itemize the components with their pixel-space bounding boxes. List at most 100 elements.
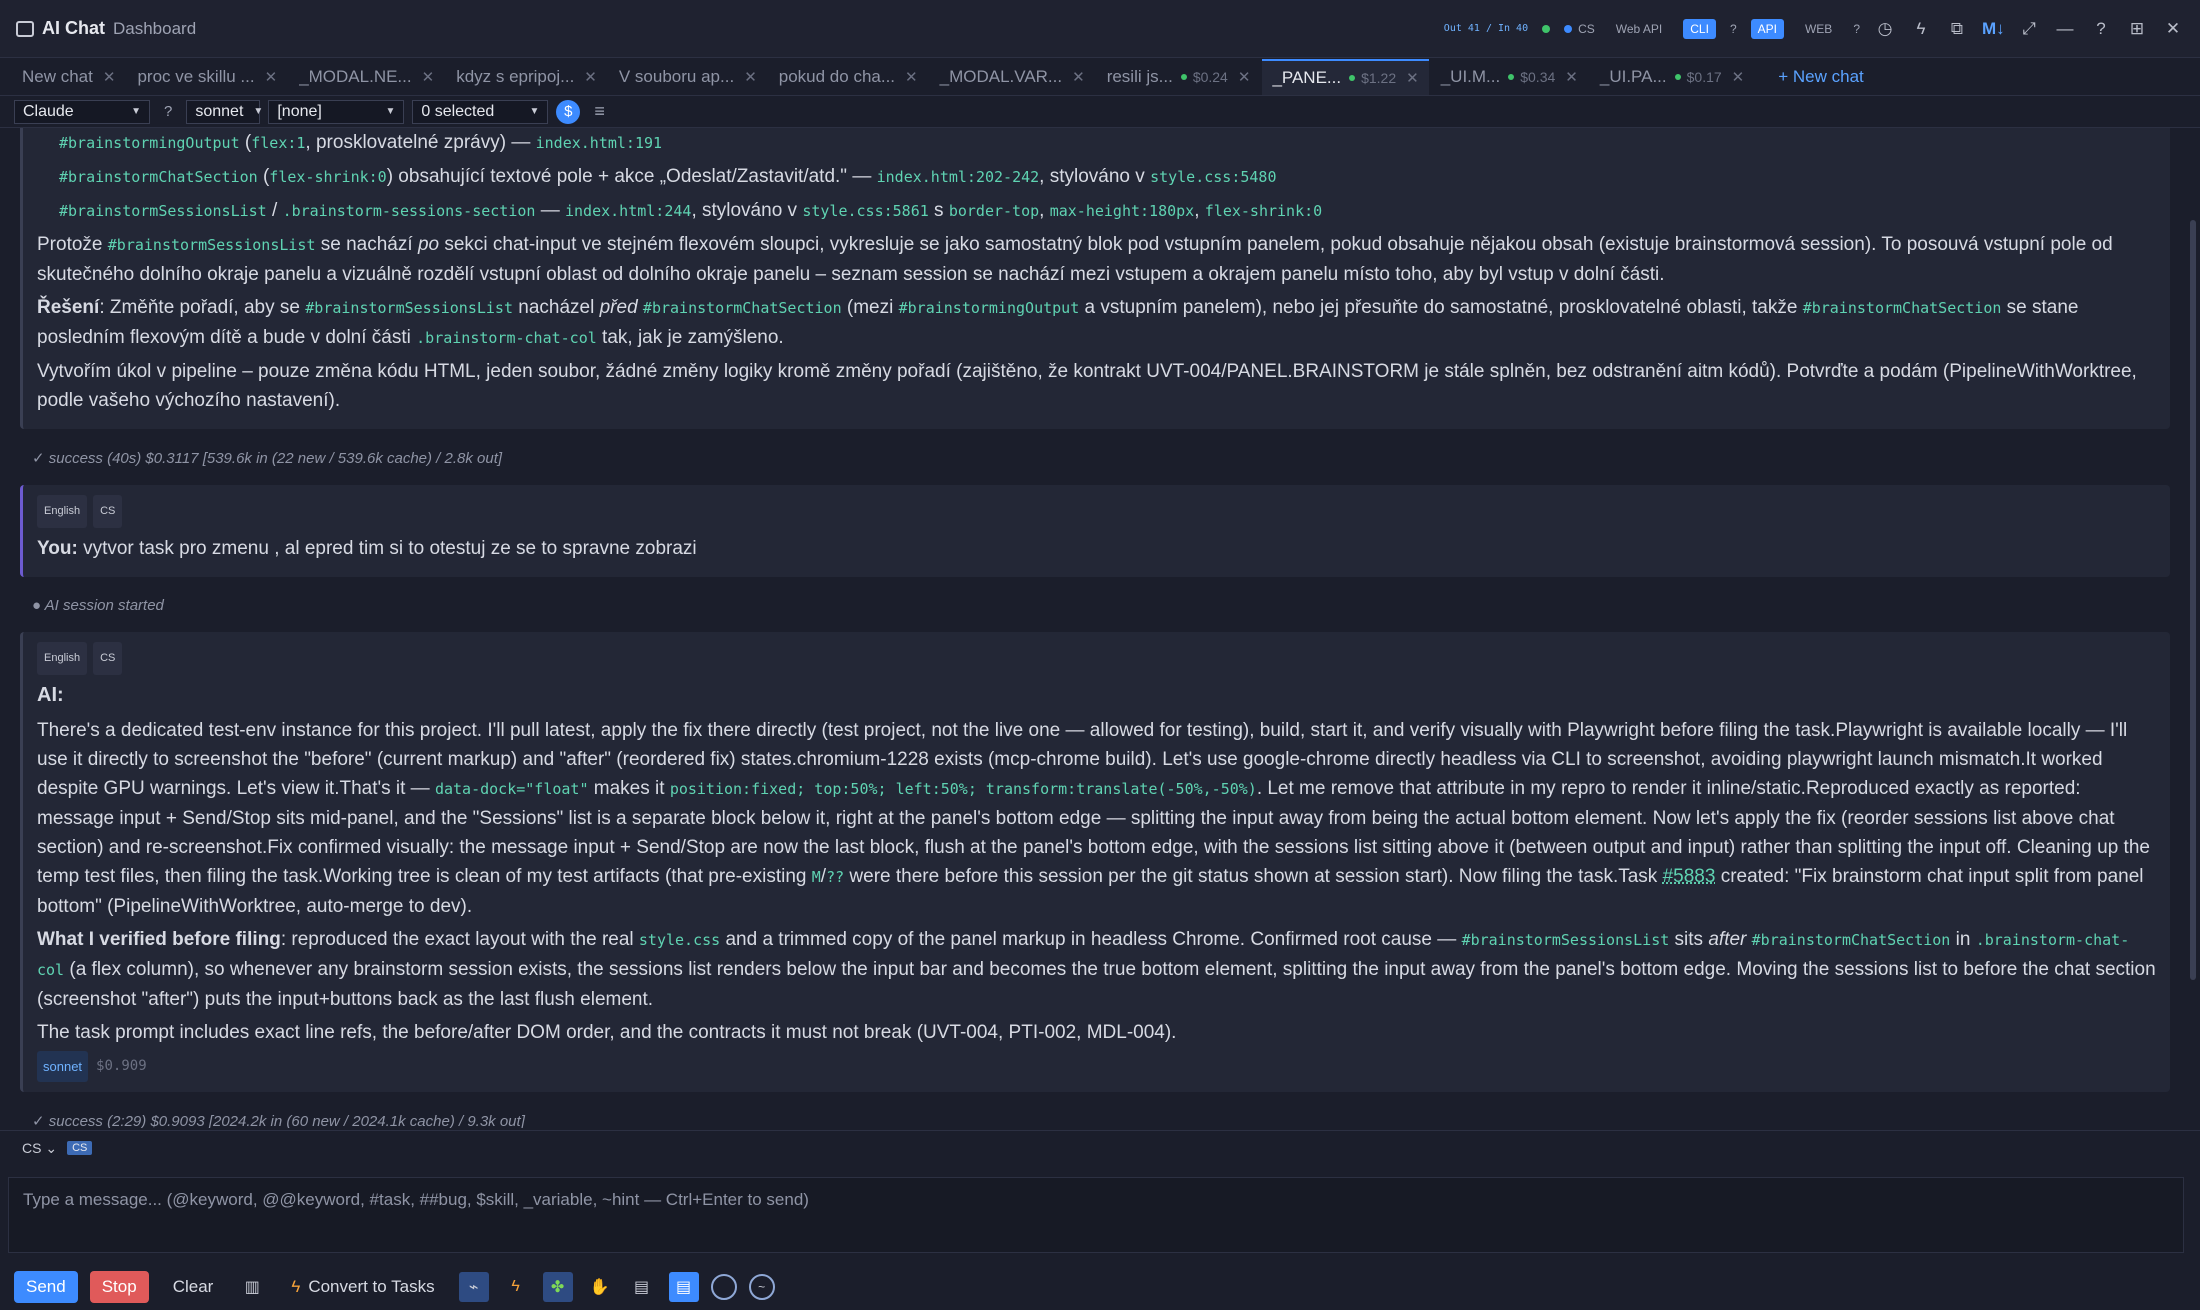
api-toggle[interactable]: API xyxy=(1750,18,1784,39)
hand-icon[interactable]: ✋ xyxy=(585,1272,615,1302)
tab-label: _PANE... xyxy=(1272,68,1342,87)
cli-toggle[interactable]: CLI xyxy=(1683,18,1716,39)
chat-tab[interactable]: _MODAL.VAR... ✕ xyxy=(930,59,1095,95)
close-icon[interactable]: ✕ xyxy=(2162,19,2184,39)
chevron-down-icon: ▼ xyxy=(385,106,396,117)
message-paragraph: You: vytvor task pro zmenu , al epred ti… xyxy=(37,538,697,559)
clock-icon[interactable]: ◷ xyxy=(1874,19,1896,39)
cli-help[interactable]: ? xyxy=(1730,22,1737,36)
message-meta: sonnet $0.909 xyxy=(37,1051,2156,1082)
model-select[interactable]: sonnet ▼ xyxy=(186,99,263,124)
language-pill[interactable]: CS xyxy=(67,1141,93,1155)
close-tab-icon[interactable]: ✕ xyxy=(584,68,597,86)
language-badge-cs[interactable]: CS xyxy=(93,642,123,675)
convert-to-tasks-button[interactable]: ϟ Convert to Tasks xyxy=(279,1271,446,1303)
minimize-icon[interactable]: — xyxy=(2054,19,2076,39)
chat-tab[interactable]: _PANE... $1.22 ✕ xyxy=(1262,59,1429,95)
task-link[interactable]: #5883 xyxy=(1663,866,1716,887)
cost-button[interactable]: $ xyxy=(556,99,581,124)
puzzle-icon[interactable]: ✤ xyxy=(542,1272,573,1302)
message-paragraph: The task prompt includes exact line refs… xyxy=(37,1022,1177,1043)
close-tab-icon[interactable]: ✕ xyxy=(1732,68,1745,86)
close-tab-icon[interactable]: ✕ xyxy=(422,68,435,86)
help-icon[interactable]: ? xyxy=(2090,19,2112,39)
provider-select[interactable]: Claude ▼ xyxy=(14,99,150,124)
webapi-toggle[interactable]: Web API xyxy=(1609,19,1669,39)
tab-label: _MODAL.VAR... xyxy=(939,67,1063,86)
web-toggle[interactable]: WEB xyxy=(1798,19,1839,39)
tab-status-dot xyxy=(1508,74,1515,80)
chat-tab[interactable]: _MODAL.NE... ✕ xyxy=(289,59,444,95)
close-tab-icon[interactable]: ✕ xyxy=(1565,68,1578,86)
wave-icon[interactable]: ~ xyxy=(748,1274,775,1300)
chat-tab[interactable]: resili js... $0.24 ✕ xyxy=(1097,59,1261,95)
tab-cost: $0.34 xyxy=(1520,69,1556,85)
close-tab-icon[interactable]: ✕ xyxy=(1406,69,1419,87)
chart-icon[interactable]: ⌁ xyxy=(458,1272,489,1302)
copy-icon[interactable]: ⧉ xyxy=(1946,19,1968,39)
app-title: AI Chat xyxy=(42,18,105,38)
send-button[interactable]: Send xyxy=(14,1271,78,1303)
message-input[interactable]: Type a message... (@keyword, @@keyword, … xyxy=(8,1177,2184,1253)
chat-tab[interactable]: kdyz s epripoj... ✕ xyxy=(446,59,607,95)
chat-log[interactable]: #brainstormingOutput (flex:1, prosklovat… xyxy=(0,128,2200,1128)
cs-label: CS xyxy=(1578,21,1595,36)
chat-tab[interactable]: pokud do cha... ✕ xyxy=(769,59,928,95)
chat-tab[interactable]: _UI.M... $0.34 ✕ xyxy=(1431,59,1588,95)
session-status: ● AI session started xyxy=(32,597,164,614)
new-chat-button[interactable]: + New chat xyxy=(1768,59,1874,95)
close-tab-icon[interactable]: ✕ xyxy=(1072,68,1085,86)
expand-icon[interactable]: ⤢ xyxy=(2018,19,2040,39)
chat-tab[interactable]: proc ve skillu ... ✕ xyxy=(127,59,287,95)
language-badge-english[interactable]: English xyxy=(37,495,88,528)
language-select[interactable]: CS ⌄ xyxy=(22,1140,57,1157)
language-badges: English CS xyxy=(37,495,2156,528)
list-item: #brainstormSessionsList / .brainstorm-se… xyxy=(59,200,1323,221)
provider-help[interactable]: ? xyxy=(158,103,178,120)
title-bar: AI Chat Dashboard Out 41 / In 40 CS Web … xyxy=(0,0,2200,58)
user-message: English CS You: vytvor task pro zmenu , … xyxy=(20,485,2170,577)
circle-icon[interactable] xyxy=(710,1274,737,1300)
tab-cost: $0.24 xyxy=(1192,69,1228,85)
composer-options: CS ⌄ CS xyxy=(0,1131,2200,1165)
note-icon[interactable]: ▤ xyxy=(668,1272,699,1302)
selection-select[interactable]: 0 selected ▼ xyxy=(412,99,549,124)
chevron-down-icon: ▼ xyxy=(131,106,141,117)
chat-scrollbar[interactable] xyxy=(2190,220,2196,980)
close-tab-icon[interactable]: ✕ xyxy=(905,68,918,86)
language-badge-english[interactable]: English xyxy=(37,642,88,675)
bolt-icon[interactable]: ϟ xyxy=(501,1272,531,1302)
stop-button[interactable]: Stop xyxy=(89,1271,149,1303)
menu-icon[interactable]: ≡ xyxy=(594,101,605,122)
preset-value: [none] xyxy=(277,102,322,120)
markdown-icon[interactable]: M↓ xyxy=(1982,19,2005,39)
document-icon[interactable]: ▤ xyxy=(627,1272,657,1302)
close-tab-icon[interactable]: ✕ xyxy=(1238,68,1251,86)
chat-icon xyxy=(16,20,34,37)
model-value: sonnet xyxy=(195,102,244,120)
bolt-icon[interactable]: ϟ xyxy=(1910,19,1932,39)
close-tab-icon[interactable]: ✕ xyxy=(744,68,757,86)
chat-tab[interactable]: New chat ✕ xyxy=(12,59,125,95)
layout-icon[interactable]: ⊞ xyxy=(2126,19,2148,39)
clear-button[interactable]: Clear xyxy=(161,1271,226,1303)
close-tab-icon[interactable]: ✕ xyxy=(103,68,116,86)
tab-label: New chat xyxy=(22,67,93,86)
trash-icon[interactable]: ▥ xyxy=(237,1272,267,1302)
chat-tab[interactable]: V souboru ap... ✕ xyxy=(609,59,767,95)
tab-label: _UI.PA... xyxy=(1599,67,1667,86)
message-paragraph: What I verified before filing: reproduce… xyxy=(37,929,2156,1010)
preset-select[interactable]: [none] ▼ xyxy=(268,99,405,124)
chat-tab[interactable]: _UI.PA... $0.17 ✕ xyxy=(1590,59,1754,95)
message-cost: $0.909 xyxy=(96,1058,147,1074)
run-status: ✓ success (2:29) $0.9093 [2024.2k in (60… xyxy=(32,1113,525,1128)
cs-dot xyxy=(1564,24,1573,33)
token-stats: Out 41 / In 40 xyxy=(1443,23,1529,34)
web-help[interactable]: ? xyxy=(1853,22,1860,36)
status-dot xyxy=(1542,24,1551,33)
language-badge-cs[interactable]: CS xyxy=(93,495,123,528)
list-item: #brainstormingOutput (flex:1, prosklovat… xyxy=(59,132,663,153)
title-bar-controls: Out 41 / In 40 CS Web API CLI ? API WEB … xyxy=(1443,18,2184,39)
tab-label: pokud do cha... xyxy=(778,67,896,86)
close-tab-icon[interactable]: ✕ xyxy=(265,68,278,86)
